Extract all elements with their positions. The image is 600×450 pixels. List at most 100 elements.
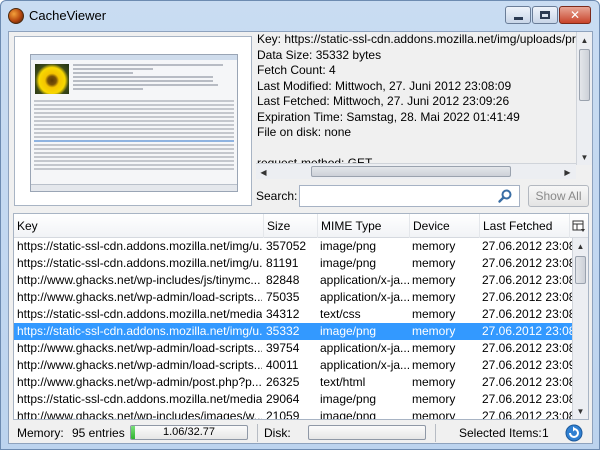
column-header-mime-type[interactable]: MIME Type <box>318 214 410 238</box>
cell-mime-type: application/x-ja... <box>320 358 410 372</box>
cell-last-fetched: 27.06.2012 23:08:... <box>482 324 572 338</box>
cell-size: 40011 <box>266 358 299 372</box>
cell-key: https://static-ssl-cdn.addons.mozilla.ne… <box>17 239 262 253</box>
table-body: https://static-ssl-cdn.addons.mozilla.ne… <box>14 238 572 420</box>
cell-key: https://static-ssl-cdn.addons.mozilla.ne… <box>17 392 262 406</box>
cell-key: https://static-ssl-cdn.addons.mozilla.ne… <box>17 324 262 338</box>
status-separator <box>435 424 436 442</box>
table-row[interactable]: http://www.ghacks.net/wp-includes/js/tin… <box>14 272 572 289</box>
table-vertical-scrollbar[interactable]: ▲ ▼ <box>572 238 588 419</box>
table-row[interactable]: https://static-ssl-cdn.addons.mozilla.ne… <box>14 391 572 408</box>
cacheviewer-window: CacheViewer ✕ Key: https://static-ssl-cd… <box>0 0 600 450</box>
show-all-button[interactable]: Show All <box>528 185 589 207</box>
cell-key: http://www.ghacks.net/wp-admin/load-scri… <box>17 290 262 304</box>
preview-image <box>30 54 238 192</box>
table-row[interactable]: http://www.ghacks.net/wp-includes/images… <box>14 408 572 420</box>
entry-details: Key: https://static-ssl-cdn.addons.mozil… <box>256 32 591 178</box>
status-bar: Memory: 95 entries 1.06/32.77 Disk: Sele… <box>9 422 592 443</box>
search-icon[interactable] <box>497 188 513 204</box>
search-label: Search: <box>256 189 298 203</box>
cell-key: http://www.ghacks.net/wp-includes/js/tin… <box>17 273 261 287</box>
cell-size: 21059 <box>266 409 300 420</box>
firefox-globe-icon <box>8 8 24 24</box>
details-vertical-scrollbar[interactable]: ▲ ▼ <box>576 32 592 165</box>
scroll-down-arrow-icon[interactable]: ▼ <box>573 403 588 419</box>
cell-mime-type: application/x-ja... <box>320 290 410 304</box>
scroll-up-arrow-icon[interactable]: ▲ <box>573 238 588 254</box>
cell-size: 81191 <box>266 256 299 270</box>
disk-usage-bar <box>308 425 426 440</box>
cell-mime-type: image/png <box>320 239 377 253</box>
maximize-icon <box>540 11 550 19</box>
detail-line: Key: https://static-ssl-cdn.addons.mozil… <box>257 32 577 46</box>
cell-key: http://www.ghacks.net/wp-includes/images… <box>17 409 262 420</box>
detail-line: Expiration Time: Samstag, 28. Mai 2022 0… <box>257 109 520 124</box>
refresh-icon[interactable] <box>565 424 583 442</box>
cell-last-fetched: 27.06.2012 23:08:... <box>482 409 572 420</box>
detail-line: Data Size: 35332 bytes <box>257 47 382 62</box>
table-row[interactable]: http://www.ghacks.net/wp-admin/load-scri… <box>14 340 572 357</box>
cell-mime-type: image/png <box>320 392 377 406</box>
cell-mime-type: application/x-ja... <box>320 273 410 287</box>
cell-size: 82848 <box>266 273 300 287</box>
disk-label: Disk: <box>264 426 291 440</box>
cell-mime-type: text/css <box>320 307 361 321</box>
table-row[interactable]: http://www.ghacks.net/wp-admin/post.php?… <box>14 374 572 391</box>
cell-last-fetched: 27.06.2012 23:08:... <box>482 375 572 389</box>
cell-last-fetched: 27.06.2012 23:08:... <box>482 392 572 406</box>
memory-entries: 95 entries <box>72 426 125 440</box>
detail-line: Fetch Count: 4 <box>257 63 336 77</box>
cell-key: https://static-ssl-cdn.addons.mozilla.ne… <box>17 256 262 270</box>
cell-size: 39754 <box>266 341 300 355</box>
title-bar[interactable]: CacheViewer ✕ <box>1 1 599 31</box>
scrollbar-thumb[interactable] <box>575 256 586 284</box>
cell-size: 35332 <box>266 324 300 338</box>
column-picker-icon[interactable] <box>572 219 586 233</box>
column-header-device[interactable]: Device <box>410 214 480 238</box>
cell-size: 34312 <box>266 307 300 321</box>
close-button[interactable]: ✕ <box>559 6 591 24</box>
table-row[interactable]: https://static-ssl-cdn.addons.mozilla.ne… <box>14 306 572 323</box>
cell-mime-type: image/png <box>320 409 377 420</box>
column-header-key[interactable]: Key <box>14 214 264 238</box>
minimize-icon <box>513 17 523 20</box>
table-row[interactable]: http://www.ghacks.net/wp-admin/load-scri… <box>14 357 572 374</box>
cell-key: http://www.ghacks.net/wp-admin/load-scri… <box>17 341 262 355</box>
cell-device: memory <box>412 375 456 389</box>
cell-last-fetched: 27.06.2012 23:09:... <box>482 358 572 372</box>
table-row[interactable]: https://static-ssl-cdn.addons.mozilla.ne… <box>14 238 572 255</box>
scrollbar-thumb[interactable] <box>579 49 590 101</box>
details-horizontal-scrollbar[interactable]: ◀ ▶ <box>256 163 576 179</box>
maximize-button[interactable] <box>532 6 558 24</box>
cell-device: memory <box>412 409 456 420</box>
client-area: Key: https://static-ssl-cdn.addons.mozil… <box>8 31 593 444</box>
table-row[interactable]: http://www.ghacks.net/wp-admin/load-scri… <box>14 289 572 306</box>
scroll-up-arrow-icon[interactable]: ▲ <box>577 32 592 48</box>
column-header-size[interactable]: Size <box>264 214 318 238</box>
detail-line <box>257 141 577 157</box>
cell-device: memory <box>412 324 456 338</box>
table-row-selected[interactable]: https://static-ssl-cdn.addons.mozilla.ne… <box>14 323 572 340</box>
scrollbar-thumb[interactable] <box>311 166 511 177</box>
scroll-down-arrow-icon[interactable]: ▼ <box>577 149 592 165</box>
detail-line: Last Fetched: Mittwoch, 27. Juni 2012 23… <box>257 94 510 108</box>
selected-items-label: Selected Items: <box>459 426 542 440</box>
search-input[interactable] <box>299 185 520 207</box>
cell-last-fetched: 27.06.2012 23:08:... <box>482 239 572 253</box>
column-header-last-fetched[interactable]: Last Fetched <box>480 214 570 238</box>
table-header: Key Size MIME Type Device Last Fetched <box>14 214 588 238</box>
minimize-button[interactable] <box>505 6 531 24</box>
cell-device: memory <box>412 307 456 321</box>
cell-last-fetched: 27.06.2012 23:08:... <box>482 341 572 355</box>
cell-size: 75035 <box>266 290 300 304</box>
table-row[interactable]: https://static-ssl-cdn.addons.mozilla.ne… <box>14 255 572 272</box>
memory-usage-text: 1.06/32.77 <box>163 426 215 438</box>
window-title: CacheViewer <box>29 8 107 23</box>
cell-key: https://static-ssl-cdn.addons.mozilla.ne… <box>17 307 262 321</box>
cell-device: memory <box>412 239 456 253</box>
cell-mime-type: image/png <box>320 324 377 338</box>
memory-label: Memory: <box>17 426 64 440</box>
cell-device: memory <box>412 290 456 304</box>
scroll-left-arrow-icon[interactable]: ◀ <box>256 164 271 180</box>
scroll-right-arrow-icon[interactable]: ▶ <box>560 164 575 180</box>
